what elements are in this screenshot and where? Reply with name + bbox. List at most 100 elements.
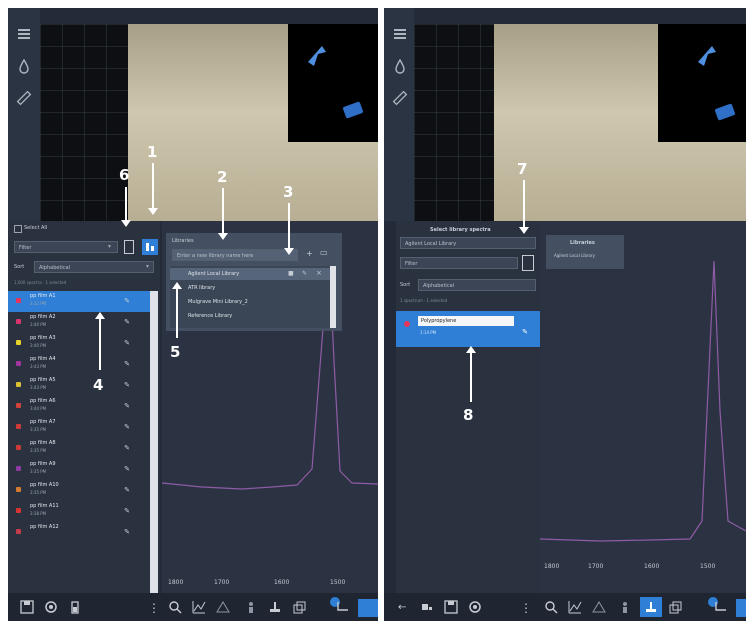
- sort-select[interactable]: Alphabetical: [418, 279, 536, 291]
- library-item[interactable]: Agilent Local Library: [188, 271, 239, 277]
- copy-button[interactable]: [124, 240, 134, 254]
- edit-icon[interactable]: ✎: [302, 270, 307, 277]
- library-item[interactable]: Agilent Local Library: [554, 253, 595, 258]
- save-icon[interactable]: [20, 600, 34, 614]
- ruler-icon[interactable]: [392, 90, 408, 106]
- chart-icon[interactable]: [568, 600, 582, 614]
- spectrum-color-swatch: [16, 403, 21, 408]
- edit-icon[interactable]: ✎: [124, 423, 130, 431]
- edit-icon[interactable]: ✎: [522, 328, 528, 336]
- new-library-input[interactable]: Enter a new library name here: [172, 249, 298, 261]
- library-list: Agilent Local Library ■ ✎ × ATR library …: [170, 266, 336, 328]
- table-row[interactable]: pp film A5 3:43 PM ✎: [8, 375, 150, 396]
- battery-icon[interactable]: [68, 600, 82, 614]
- edit-icon[interactable]: ✎: [124, 360, 130, 368]
- table-row[interactable]: pp film A4 3:43 PM ✎: [8, 354, 150, 375]
- table-row[interactable]: pp film A3 3:40 PM ✎: [8, 333, 150, 354]
- person-icon[interactable]: [618, 600, 632, 614]
- axis-tick: 1500: [700, 563, 716, 570]
- right-side-toolbar: [384, 8, 414, 221]
- table-row[interactable]: pp film A6 3:44 PM ✎: [8, 396, 150, 417]
- table-row[interactable]: pp film A2 3:40 PM ✎: [8, 312, 150, 333]
- camera-view: [40, 24, 378, 221]
- settings-icon[interactable]: [468, 600, 482, 614]
- table-row[interactable]: pp film A9 3:35 PM ✎: [8, 459, 150, 480]
- stage-icon[interactable]: [268, 600, 282, 614]
- callout-arrow: [466, 346, 476, 402]
- table-row[interactable]: pp film A1 3:32 PM ✎: [8, 291, 150, 312]
- callout-arrow: [172, 282, 182, 338]
- menu-icon[interactable]: [392, 26, 408, 42]
- spectrum-color-swatch: [16, 340, 21, 345]
- edit-icon[interactable]: ✎: [124, 486, 130, 494]
- spectrum-time: 3:35 PM: [30, 427, 47, 432]
- edit-icon[interactable]: ✎: [124, 444, 130, 452]
- library-scrollbar[interactable]: [330, 266, 336, 328]
- spectrum-name: pp film A4: [30, 356, 56, 362]
- triangle-icon[interactable]: [216, 600, 230, 614]
- stage-button-active[interactable]: [640, 597, 662, 617]
- active-mode-button[interactable]: [358, 599, 378, 617]
- delete-icon[interactable]: ■: [288, 270, 294, 277]
- spectrum-line: [539, 260, 746, 542]
- library-item[interactable]: ATR library: [188, 285, 215, 291]
- spectrum-time: 3:43 PM: [30, 364, 47, 369]
- spectrum-chart[interactable]: 1800 1700 1600 1500: [539, 221, 746, 593]
- sort-label: Sort: [400, 282, 411, 288]
- table-row[interactable]: pp film A11 3:38 PM ✎: [8, 501, 150, 522]
- list-view-button[interactable]: [142, 239, 158, 255]
- table-row[interactable]: pp film A7 3:35 PM ✎: [8, 417, 150, 438]
- flow-icon[interactable]: [336, 600, 350, 614]
- chart-icon[interactable]: [192, 600, 206, 614]
- flow-icon[interactable]: [714, 600, 728, 614]
- layers-icon[interactable]: [668, 600, 682, 614]
- list-scrollbar[interactable]: [150, 291, 158, 593]
- folder-icon[interactable]: ▭: [320, 248, 328, 257]
- edit-icon[interactable]: ✎: [124, 297, 130, 305]
- triangle-icon[interactable]: [592, 600, 606, 614]
- search-icon[interactable]: [544, 600, 558, 614]
- drop-icon[interactable]: [16, 58, 32, 74]
- sort-select[interactable]: Alphabetical: [34, 261, 154, 273]
- edit-icon[interactable]: ✎: [124, 318, 130, 326]
- select-all-checkbox[interactable]: [14, 225, 22, 233]
- spectrum-name-field[interactable]: Polypropylene: [418, 316, 514, 326]
- ruler-icon[interactable]: [16, 90, 32, 106]
- close-icon[interactable]: ×: [316, 269, 322, 277]
- library-item[interactable]: Reference Library: [188, 313, 232, 319]
- edit-icon[interactable]: ✎: [124, 402, 130, 410]
- search-icon[interactable]: [168, 600, 182, 614]
- transfer-icon[interactable]: [420, 600, 434, 614]
- library-item[interactable]: Mulgrave Mini Library_2: [188, 299, 248, 305]
- person-icon[interactable]: [244, 600, 258, 614]
- more-icon[interactable]: ⋮: [520, 601, 532, 615]
- table-row[interactable]: pp film A10 3:35 PM ✎: [8, 480, 150, 501]
- filter-input[interactable]: Filter: [14, 241, 118, 253]
- drop-icon[interactable]: [392, 58, 408, 74]
- edit-icon[interactable]: ✎: [124, 528, 130, 536]
- spectrum-time: 3:35 PM: [30, 490, 47, 495]
- settings-icon[interactable]: [44, 600, 58, 614]
- edit-icon[interactable]: ✎: [124, 381, 130, 389]
- filter-input[interactable]: Filter: [400, 257, 518, 269]
- edit-icon[interactable]: ✎: [124, 465, 130, 473]
- save-icon[interactable]: [444, 600, 458, 614]
- add-library-button[interactable]: +: [306, 249, 313, 258]
- left-screenshot-panel: 1800 1700 1600 1500 Select All Filter ▾ …: [8, 8, 378, 621]
- library-spectrum-row[interactable]: Polypropylene 1:14 PM ✎: [396, 311, 540, 347]
- spectrum-color-swatch: [16, 424, 21, 429]
- more-icon[interactable]: ⋮: [148, 601, 160, 615]
- spectra-list: pp film A1 3:32 PM ✎ pp film A2 3:40 PM ✎ pp f…: [8, 291, 150, 593]
- layers-icon[interactable]: [292, 600, 306, 614]
- menu-icon[interactable]: [16, 26, 32, 42]
- active-mode-button[interactable]: [736, 599, 746, 617]
- callout-arrow: [218, 188, 228, 240]
- table-row[interactable]: pp film A12 ✎: [8, 522, 150, 543]
- spectrum-color-swatch: [16, 319, 21, 324]
- table-row[interactable]: pp film A8 3:35 PM ✎: [8, 438, 150, 459]
- copy-button[interactable]: [522, 255, 534, 271]
- library-select[interactable]: Agilent Local Library: [400, 237, 536, 249]
- edit-icon[interactable]: ✎: [124, 507, 130, 515]
- back-arrow-icon[interactable]: ←: [398, 602, 406, 613]
- edit-icon[interactable]: ✎: [124, 339, 130, 347]
